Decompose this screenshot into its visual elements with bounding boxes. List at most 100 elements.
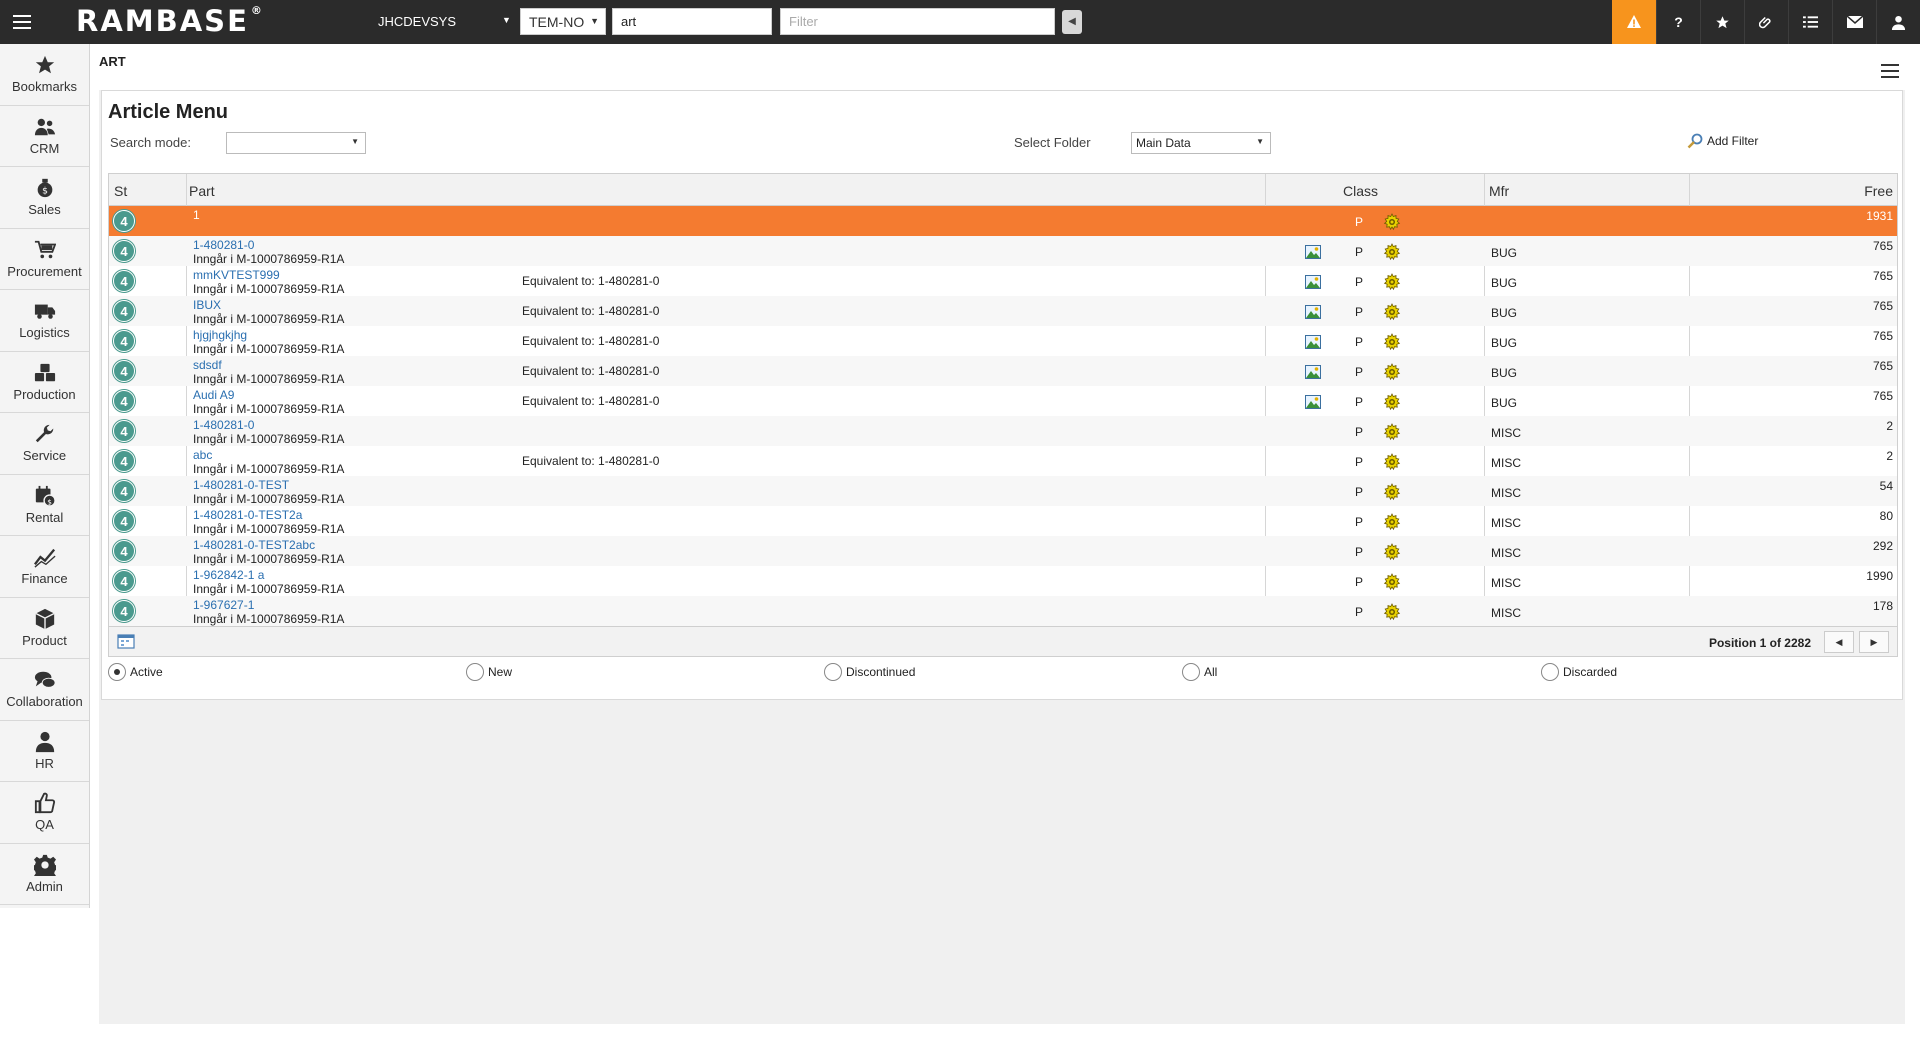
status-radio-discarded[interactable]: Discarded (1541, 663, 1617, 681)
status-radio-active[interactable]: Active (108, 663, 163, 681)
sidebar-item-bookmarks[interactable]: Bookmarks (0, 44, 89, 106)
table-row[interactable]: 4 hjgjhgkjhg Inngår i M-1000786959-R1A Equi… (109, 326, 1897, 356)
radio-circle[interactable] (824, 663, 842, 681)
table-row[interactable]: 4 1-480281-0-TEST2a Inngår i M-1000786959-… (109, 506, 1897, 536)
part-name-link[interactable]: 1 (193, 208, 200, 222)
sidebar-item-collaboration[interactable]: Collaboration (0, 659, 89, 721)
sun-gear-icon[interactable] (1383, 543, 1401, 561)
status-radio-discontinued[interactable]: Discontinued (824, 663, 915, 681)
table-row[interactable]: 4 1-480281-0-TEST2abc Inngår i M-100078695… (109, 536, 1897, 566)
add-filter-button[interactable]: Add Filter (1687, 133, 1758, 149)
sun-gear-icon[interactable] (1383, 363, 1401, 381)
image-icon[interactable] (1305, 335, 1321, 349)
calendar-export-icon[interactable] (117, 633, 135, 649)
radio-circle[interactable] (108, 663, 126, 681)
part-name-link[interactable]: 1-480281-0 (193, 238, 254, 252)
sun-gear-icon[interactable] (1383, 513, 1401, 531)
sidebar-item-procurement[interactable]: Procurement (0, 229, 89, 290)
table-row[interactable]: 4 mmKVTEST999 Inngår i M-1000786959-R1A Equ… (109, 266, 1897, 296)
sidebar-item-qa[interactable]: QA (0, 782, 89, 844)
image-icon[interactable] (1305, 305, 1321, 319)
help-icon[interactable]: ? (1656, 0, 1700, 44)
table-row[interactable]: 4 1-480281-0 Inngår i M-1000786959-R1A P BUG… (109, 236, 1897, 266)
alert-icon[interactable] (1612, 0, 1656, 44)
hamburger-menu-icon[interactable] (0, 0, 44, 44)
sun-gear-icon[interactable] (1383, 573, 1401, 591)
part-name-link[interactable]: mmKVTEST999 (193, 268, 280, 282)
prev-page-button[interactable]: ◀ (1824, 631, 1854, 653)
rental-icon: $ (35, 485, 56, 507)
column-header-part[interactable]: Part (189, 183, 215, 199)
system-caret-icon[interactable]: ▼ (502, 15, 511, 25)
system-name[interactable]: JHCDEVSYS (378, 14, 456, 29)
sidebar-item-logistics[interactable]: Logistics (0, 290, 89, 352)
sidebar-item-sales[interactable]: $ Sales (0, 167, 89, 229)
sun-gear-icon[interactable] (1383, 603, 1401, 621)
column-header-st[interactable]: St (114, 183, 127, 199)
image-icon[interactable] (1305, 275, 1321, 289)
part-name-link[interactable]: IBUX (193, 298, 221, 312)
sidebar-item-product[interactable]: Product (0, 598, 89, 659)
context-menu-icon[interactable] (1881, 64, 1899, 78)
user-icon[interactable] (1876, 0, 1920, 44)
part-name-link[interactable]: 1-480281-0-TEST2abc (193, 538, 315, 552)
program-search-input[interactable] (612, 8, 772, 35)
collapse-button[interactable]: ◀ (1062, 10, 1082, 34)
list-icon[interactable] (1788, 0, 1832, 44)
star-icon[interactable] (1700, 0, 1744, 44)
image-icon[interactable] (1305, 245, 1321, 259)
part-name-link[interactable]: hjgjhgkjhg (193, 328, 247, 342)
part-name-link[interactable]: 1-480281-0-TEST2a (193, 508, 302, 522)
filter-input[interactable] (780, 8, 1055, 35)
part-name-link[interactable]: 1-480281-0-TEST (193, 478, 289, 492)
column-header-free[interactable]: Free (1864, 183, 1893, 199)
status-radio-all[interactable]: All (1182, 663, 1217, 681)
sidebar-item-hr[interactable]: HR (0, 721, 89, 782)
rambase-logo[interactable]: RAMBASE ® (76, 4, 262, 38)
part-name-link[interactable]: Audi A9 (193, 388, 234, 402)
sun-gear-icon[interactable] (1383, 393, 1401, 411)
table-row[interactable]: 4 1-480281-0-TEST Inngår i M-1000786959-R1… (109, 476, 1897, 506)
sun-gear-icon[interactable] (1383, 243, 1401, 261)
column-header-class[interactable]: Class (1343, 183, 1378, 199)
status-radio-new[interactable]: New (466, 663, 512, 681)
sidebar-item-finance[interactable]: Finance (0, 536, 89, 598)
sidebar-item-admin[interactable]: Admin (0, 844, 89, 905)
image-icon[interactable] (1305, 365, 1321, 379)
sidebar-item-rental[interactable]: $ Rental (0, 475, 89, 536)
select-folder-dropdown[interactable]: Main Data ▼ (1131, 132, 1271, 154)
sun-gear-icon[interactable] (1383, 423, 1401, 441)
table-row[interactable]: 4 IBUX Inngår i M-1000786959-R1A Equivalent… (109, 296, 1897, 326)
table-row[interactable]: 4 1 P 1931 (109, 206, 1897, 236)
part-name-link[interactable]: abc (193, 448, 212, 462)
table-row[interactable]: 4 1-480281-0 Inngår i M-1000786959-R1A P MIS… (109, 416, 1897, 446)
next-page-button[interactable]: ▶ (1859, 631, 1889, 653)
part-name-link[interactable]: sdsdf (193, 358, 222, 372)
sun-gear-icon[interactable] (1383, 273, 1401, 291)
part-name-link[interactable]: 1-480281-0 (193, 418, 254, 432)
image-icon[interactable] (1305, 395, 1321, 409)
column-header-mfr[interactable]: Mfr (1489, 183, 1509, 199)
table-row[interactable]: 4 1-967627-1 Inngår i M-1000786959-R1A P MIS… (109, 596, 1897, 626)
radio-circle[interactable] (466, 663, 484, 681)
sidebar-item-crm[interactable]: CRM (0, 106, 89, 167)
sun-gear-icon[interactable] (1383, 303, 1401, 321)
paperclip-icon[interactable] (1744, 0, 1788, 44)
radio-circle[interactable] (1541, 663, 1559, 681)
sun-gear-icon[interactable] (1383, 453, 1401, 471)
mail-icon[interactable] (1832, 0, 1876, 44)
part-name-link[interactable]: 1-962842-1 a (193, 568, 264, 582)
table-row[interactable]: 4 sdsdf Inngår i M-1000786959-R1A Equivalen… (109, 356, 1897, 386)
sun-gear-icon[interactable] (1383, 483, 1401, 501)
part-name-link[interactable]: 1-967627-1 (193, 598, 254, 612)
sidebar-item-production[interactable]: Production (0, 352, 89, 413)
table-row[interactable]: 4 Audi A9 Inngår i M-1000786959-R1A Equival… (109, 386, 1897, 416)
table-row[interactable]: 4 1-962842-1 a Inngår i M-1000786959-R1A P M… (109, 566, 1897, 596)
sun-gear-icon[interactable] (1383, 333, 1401, 351)
sun-gear-icon[interactable] (1383, 213, 1401, 231)
radio-circle[interactable] (1182, 663, 1200, 681)
company-select[interactable]: TEM-NO ▼ (520, 8, 606, 35)
table-row[interactable]: 4 abc Inngår i M-1000786959-R1A Equivalent … (109, 446, 1897, 476)
search-mode-dropdown[interactable]: ▼ (226, 132, 366, 154)
sidebar-item-service[interactable]: Service (0, 413, 89, 475)
